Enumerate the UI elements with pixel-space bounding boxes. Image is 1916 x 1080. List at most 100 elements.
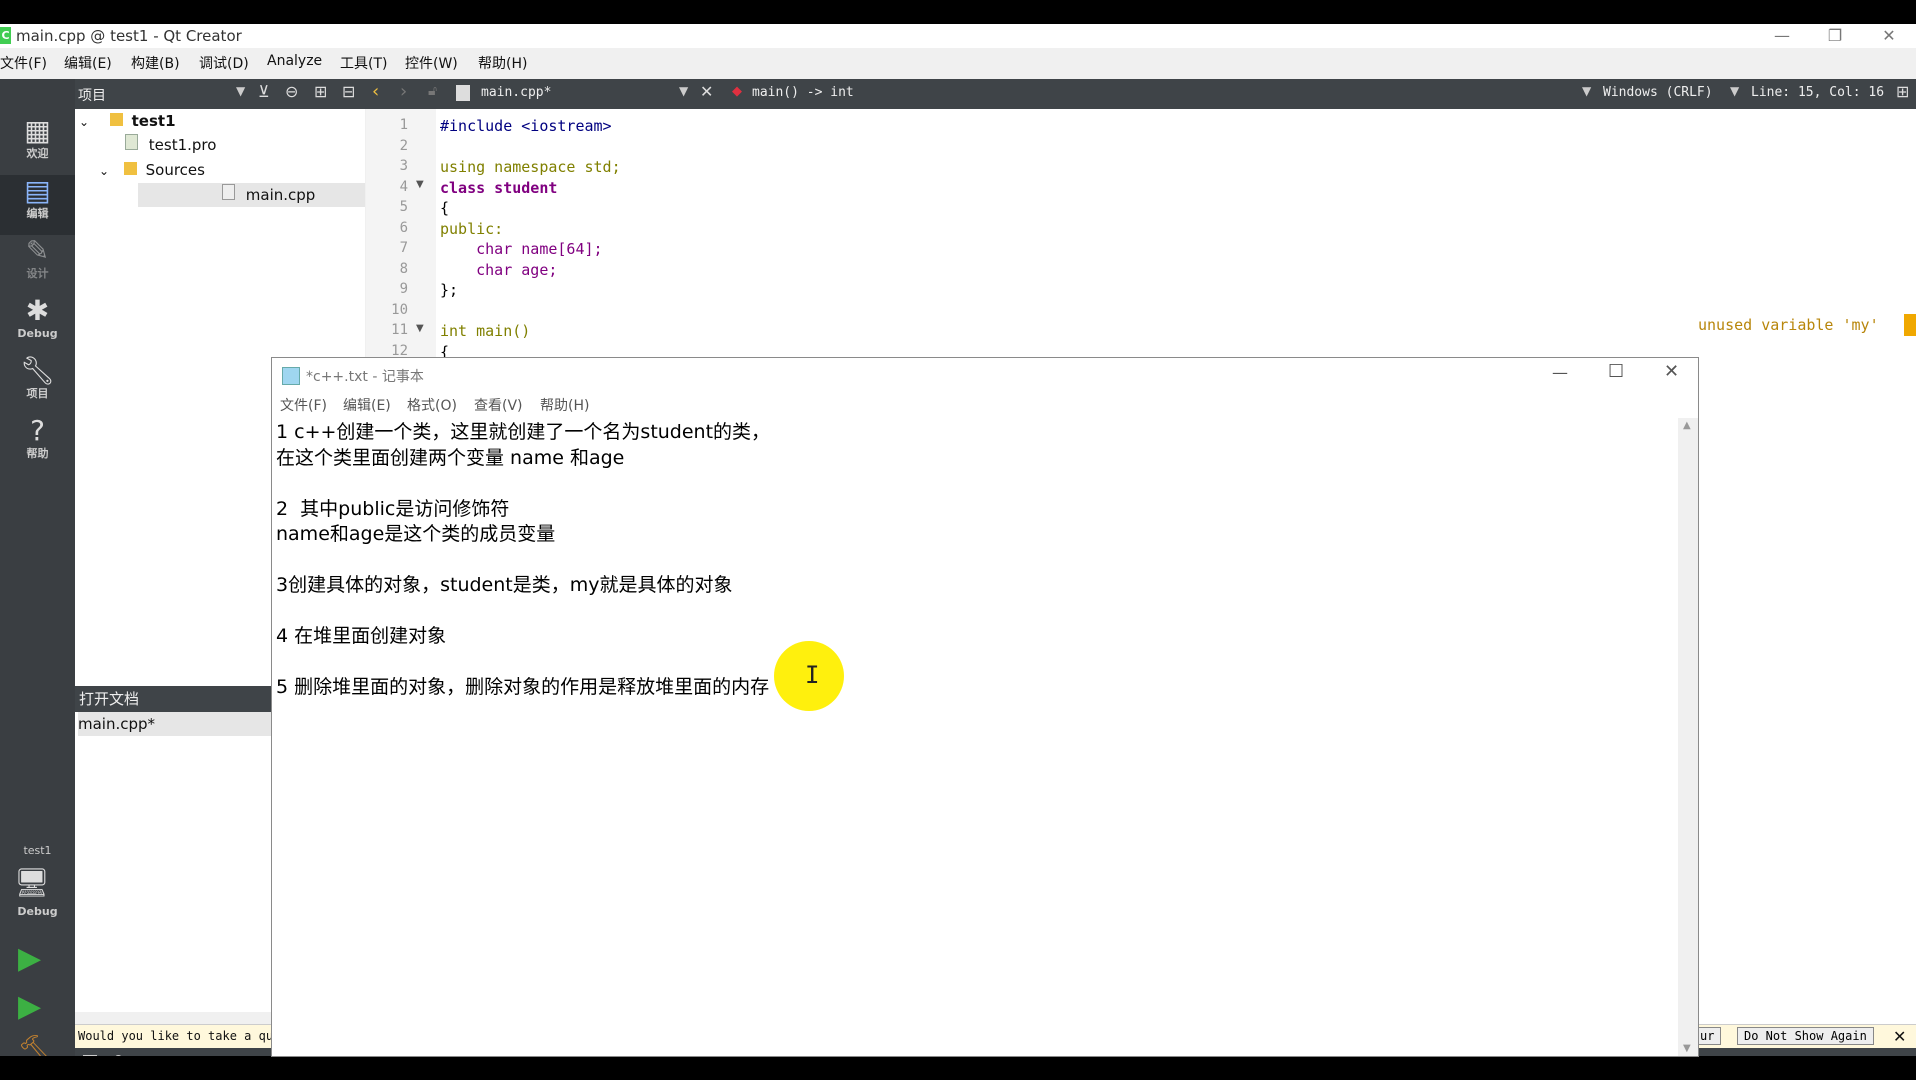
lock-icon: 🔓︎ — [428, 83, 438, 99]
notepad-title: *c++.txt - 记事本 — [306, 369, 424, 385]
progress-icon[interactable]: ▭ — [1865, 1053, 1879, 1056]
warning-marker[interactable] — [1904, 314, 1916, 336]
mode-projects[interactable]: 🔧︎ 项目 — [0, 355, 75, 415]
run-icon[interactable]: ▶ — [18, 941, 41, 976]
symbol-selector[interactable]: main() -> int — [752, 85, 854, 100]
chevron-down-icon: ⌄ — [79, 115, 90, 129]
np-menu-help[interactable]: 帮助(H) — [540, 395, 589, 415]
search-icon: ⚲ — [113, 1052, 124, 1056]
code-line: char age; — [440, 260, 558, 279]
text-line: 3创建具体的对象，student是类，my就是具体的对象 — [276, 574, 733, 596]
tree-main-cpp[interactable]: main.cpp — [138, 183, 365, 207]
forward-icon[interactable]: › — [400, 81, 407, 102]
edit-icon: ▤ — [24, 174, 51, 207]
tree-project[interactable]: ⌄ test1 — [79, 109, 176, 133]
mode-edit[interactable]: ▤ 编辑 — [0, 175, 75, 235]
chevron-down-icon[interactable]: ▼ — [236, 84, 245, 98]
folder-icon — [123, 162, 137, 175]
cursor-position[interactable]: Line: 15, Col: 16 — [1751, 85, 1884, 100]
chevron-down-icon: ⌄ — [99, 164, 110, 178]
close-panel-icon[interactable]: ⊟ — [342, 82, 355, 101]
close-icon[interactable]: ✕ — [1893, 1027, 1906, 1046]
title-bar: C main.cpp @ test1 - Qt Creator — ❐ ✕ — [0, 24, 1916, 48]
info-text: Would you like to take a qu — [78, 1029, 274, 1043]
sidebar-toggle-icon[interactable] — [83, 1055, 97, 1056]
code-line: int main() — [440, 322, 531, 340]
filter-icon[interactable]: ⊻ — [258, 82, 270, 101]
close-icon[interactable]: ✕ — [1664, 361, 1679, 382]
back-icon[interactable]: ‹ — [372, 81, 379, 102]
cpp-file-icon — [222, 184, 235, 200]
tree-sources[interactable]: ⌄ Sources — [99, 158, 205, 182]
bug-icon: ✱ — [25, 294, 50, 327]
line-number: 10 — [391, 301, 408, 318]
chevron-down-icon[interactable]: ▼ — [679, 84, 688, 98]
np-menu-file[interactable]: 文件(F) — [280, 395, 327, 415]
scroll-down-icon[interactable]: ▼ — [1683, 1043, 1691, 1054]
restore-icon[interactable]: ❐ — [1808, 24, 1862, 48]
text-line — [276, 548, 1676, 574]
monitor-icon[interactable]: 🖥︎ — [14, 866, 50, 899]
text-line: 5 删除堆里面的对象，删除对象的作用是释放堆里面的内存 — [276, 676, 770, 698]
debug-run-icon[interactable]: ▶ — [18, 989, 41, 1024]
line-number: 5 — [399, 199, 408, 215]
notepad-text-area[interactable]: 1 c++创建一个类，这里就创建了一个名为student的类， 在这个类里面创建… — [276, 420, 1676, 1050]
tree-pro-file[interactable]: test1.pro — [125, 133, 216, 157]
menu-tools[interactable]: 工具(T) — [340, 53, 387, 73]
menu-file[interactable]: 文件(F) — [0, 53, 47, 73]
text-line: 2 其中public是访问修饰符 — [276, 497, 510, 520]
code-line: using namespace std; — [440, 158, 621, 176]
line-number: 8 — [399, 260, 408, 277]
line-number: 11 — [391, 322, 408, 338]
help-icon: ? — [30, 414, 45, 447]
link-icon[interactable]: ⊖ — [285, 82, 298, 101]
line-number: 7 — [399, 240, 408, 256]
line-number: 3 — [399, 158, 408, 174]
menu-edit[interactable]: 编辑(E) — [64, 53, 112, 73]
minimize-icon[interactable]: — — [1755, 24, 1809, 48]
menu-bar: 文件(F) 编辑(E) 构建(B) 调试(D) Analyze 工具(T) 控件… — [0, 51, 1916, 73]
menu-analyze[interactable]: Analyze — [267, 53, 322, 69]
split-icon[interactable]: ⊞ — [314, 82, 327, 101]
grid-icon: ▦ — [24, 114, 51, 147]
file-tab[interactable]: main.cpp* — [481, 85, 551, 100]
window-title: main.cpp @ test1 - Qt Creator — [16, 27, 242, 45]
mode-debug[interactable]: ✱ Debug — [0, 295, 75, 355]
code-line: class student — [440, 178, 558, 197]
mode-design[interactable]: ✎ 设计 — [0, 235, 75, 295]
maximize-icon[interactable]: ☐ — [1608, 361, 1624, 382]
notepad-scrollbar[interactable]: ▲ ▼ — [1678, 418, 1698, 1056]
line-number: 9 — [399, 281, 408, 297]
text-line — [276, 650, 1676, 676]
text-line — [276, 471, 1676, 497]
build-hammer-icon[interactable]: 🔨︎ — [18, 1034, 51, 1056]
do-not-show-again-button[interactable]: Do Not Show Again — [1737, 1027, 1874, 1045]
panel-selector[interactable]: 项目 — [78, 85, 106, 105]
mode-welcome[interactable]: ▦ 欢迎 — [0, 115, 75, 175]
menu-help[interactable]: 帮助(H) — [478, 53, 527, 73]
mode-help[interactable]: ? 帮助 — [0, 415, 75, 475]
fold-icon[interactable]: ▼ — [416, 323, 424, 334]
menu-build[interactable]: 构建(B) — [131, 53, 180, 73]
output-toggle-icon[interactable]: ◧ — [1901, 1053, 1915, 1056]
kit-project: test1 — [23, 844, 52, 857]
np-menu-edit[interactable]: 编辑(E) — [343, 395, 391, 415]
chevron-down-icon[interactable]: ▼ — [1582, 84, 1591, 98]
minimize-icon[interactable]: — — [1552, 363, 1568, 382]
line-ending-selector[interactable]: Windows (CRLF) — [1603, 85, 1713, 100]
menu-debug[interactable]: 调试(D) — [199, 53, 249, 73]
split-editor-icon[interactable]: ⊞ — [1896, 82, 1909, 101]
np-menu-format[interactable]: 格式(O) — [407, 395, 457, 415]
chevron-down-icon[interactable]: ▼ — [1730, 84, 1739, 98]
fold-icon[interactable]: ▼ — [416, 179, 424, 190]
warning-annotation: unused variable 'my' — [1698, 316, 1879, 334]
np-menu-view[interactable]: 查看(V) — [474, 395, 523, 415]
scroll-up-icon[interactable]: ▲ — [1683, 420, 1691, 431]
editor-toolbar: 项目 ▼ ⊻ ⊖ ⊞ ⊟ ‹ › 🔓︎ main.cpp* ▼ ✕ ◆ main… — [0, 79, 1916, 109]
menu-widgets[interactable]: 控件(W) — [405, 53, 458, 73]
close-file-icon[interactable]: ✕ — [700, 82, 713, 101]
locator-input[interactable] — [131, 1052, 225, 1056]
close-icon[interactable]: ✕ — [1862, 24, 1916, 48]
text-cursor-icon: I — [805, 661, 820, 689]
code-line: }; — [440, 281, 459, 299]
